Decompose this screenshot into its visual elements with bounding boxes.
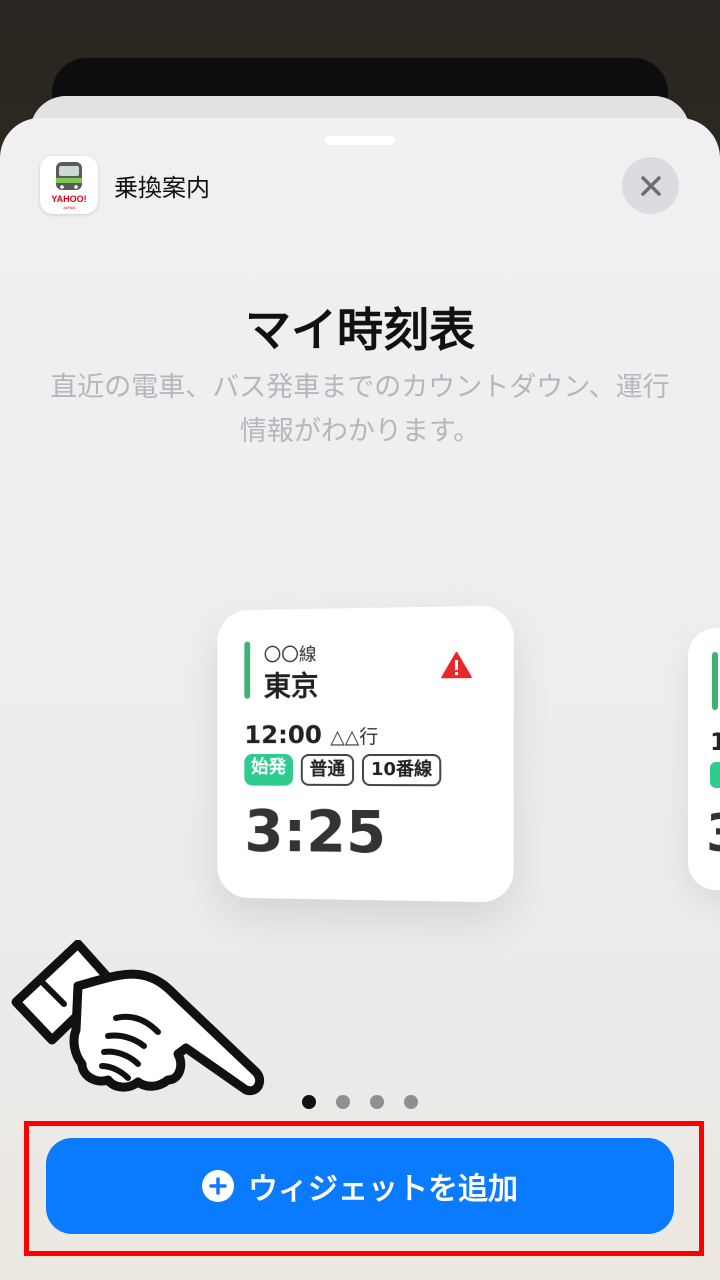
line-color-bar bbox=[712, 652, 718, 710]
line-name: 〇〇線 bbox=[263, 644, 317, 667]
widget-description: 直近の電車、バス発車までのカウントダウン、運行情報がわかります。 bbox=[50, 372, 670, 447]
page-indicator[interactable] bbox=[0, 1095, 720, 1109]
tag-platform: 10番線 bbox=[362, 754, 442, 787]
widget-gallery-sheet: YAHOO! JAPAN 乗換案内 マイ時刻表 直近の電車、バス発車までのカウン… bbox=[0, 118, 720, 1280]
page-dot-1[interactable] bbox=[302, 1095, 316, 1109]
destination: △△行 bbox=[330, 725, 379, 749]
page-dot-3[interactable] bbox=[370, 1095, 384, 1109]
app-name: 乗換案内 bbox=[114, 174, 210, 202]
pointing-hand-icon bbox=[8, 939, 270, 1114]
svg-text:JAPAN: JAPAN bbox=[63, 205, 76, 210]
departure-time: 12:00 bbox=[244, 720, 323, 750]
tag-first-train bbox=[710, 762, 720, 788]
warning-triangle-icon bbox=[440, 651, 473, 684]
app-icon: YAHOO! JAPAN bbox=[40, 156, 98, 214]
page-dot-4[interactable] bbox=[404, 1095, 418, 1109]
countdown-partial: 3 bbox=[706, 804, 720, 864]
close-button[interactable] bbox=[622, 157, 679, 214]
widget-preview[interactable]: 〇〇線 東京 12:00 △△行 始発 普通 10番線 3:25 bbox=[217, 605, 514, 903]
tag-train-type: 普通 bbox=[300, 754, 355, 786]
train-tags: 始発 普通 10番線 bbox=[244, 754, 442, 787]
next-widget-preview[interactable]: 1 3 bbox=[688, 628, 720, 890]
close-icon bbox=[640, 175, 661, 196]
widget-title: マイ時刻表 bbox=[245, 303, 475, 357]
line-color-bar bbox=[244, 641, 251, 699]
departure-time-partial: 1 bbox=[710, 728, 720, 756]
highlight-annotation-box bbox=[24, 1121, 704, 1256]
station-name: 東京 bbox=[263, 669, 319, 703]
page-dot-2[interactable] bbox=[336, 1095, 350, 1109]
svg-text:YAHOO!: YAHOO! bbox=[51, 194, 86, 204]
tag-first-train: 始発 bbox=[244, 754, 293, 786]
countdown: 3:25 bbox=[244, 797, 387, 867]
sheet-grabber[interactable] bbox=[325, 136, 395, 145]
